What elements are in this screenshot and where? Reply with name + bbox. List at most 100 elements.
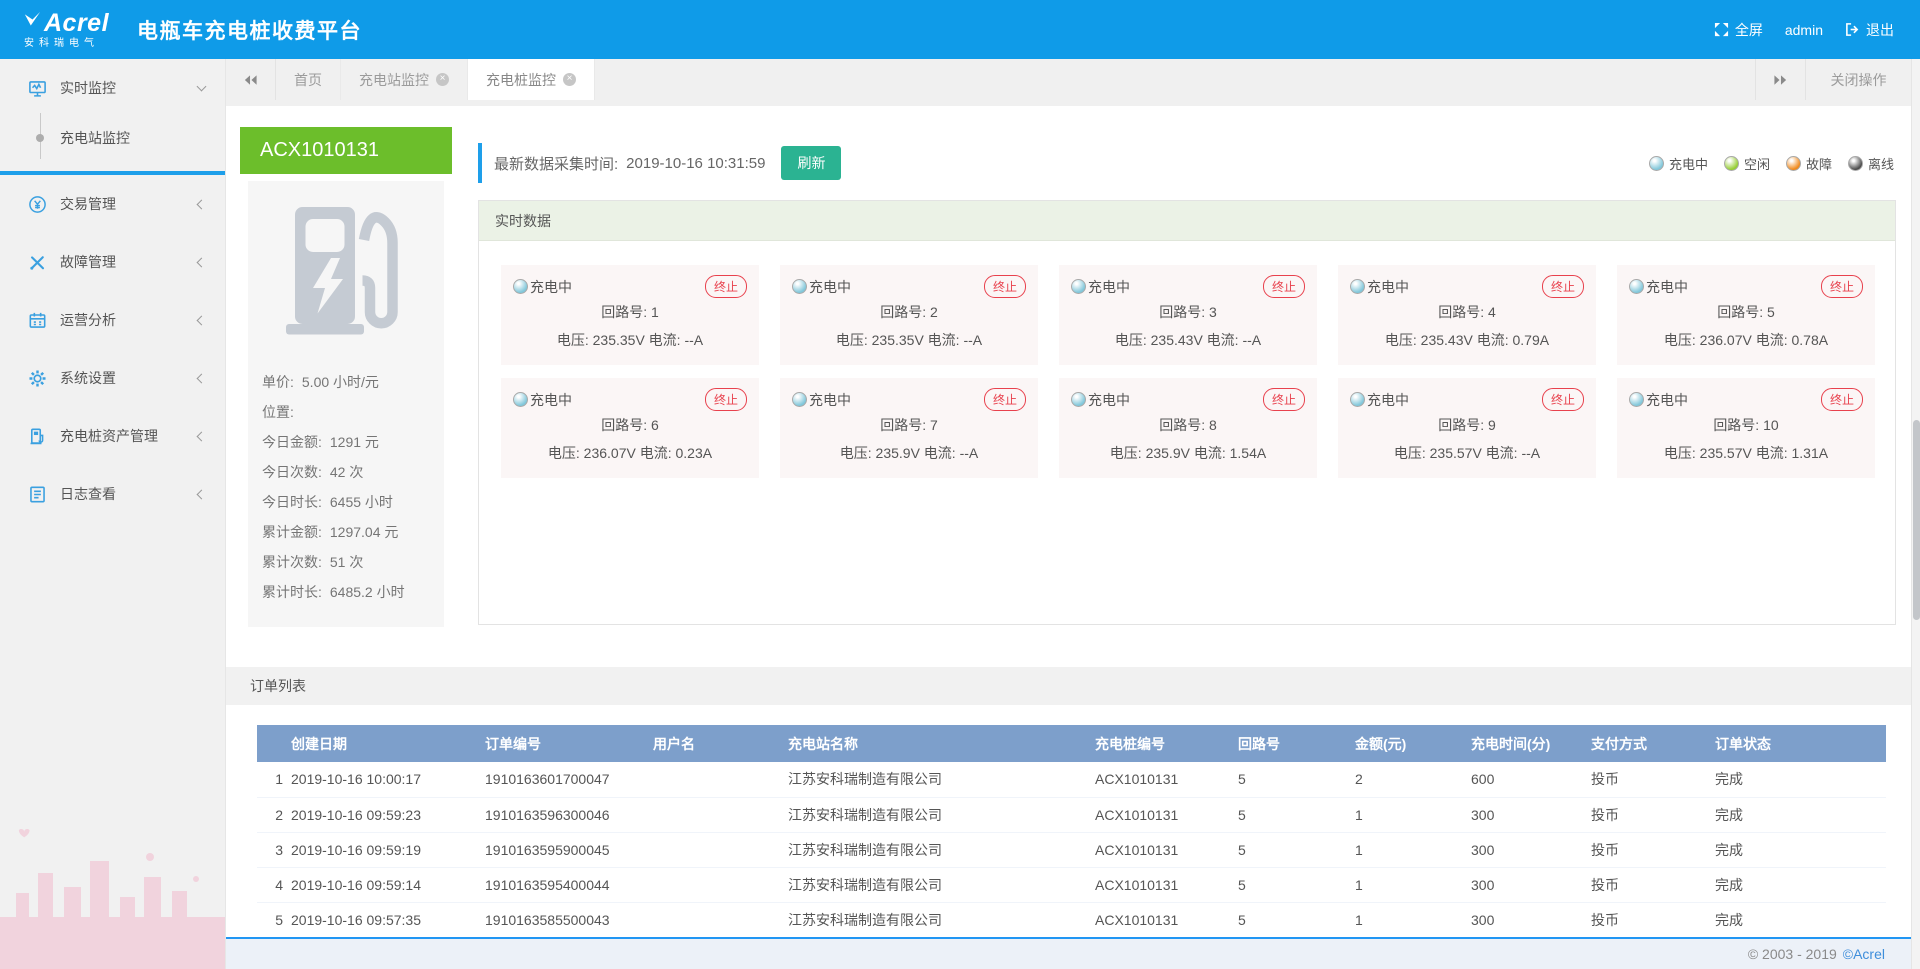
circuit-no: 回路号: 7	[792, 415, 1026, 435]
terminate-button[interactable]: 终止	[705, 388, 747, 411]
cell-status: 完成	[1715, 762, 1886, 797]
cell-pile: ACX1010131	[1095, 832, 1238, 867]
column-header: 金额(元)	[1355, 725, 1471, 762]
circuit-status-label: 充电中	[1646, 390, 1688, 410]
scrollbar-thumb[interactable]	[1913, 420, 1920, 620]
pile-body: 单价:5.00 小时/元位置:今日金额:1291 元今日次数:42 次今日时长:…	[248, 181, 444, 627]
column-header-index	[257, 725, 291, 762]
legend-label: 空闲	[1744, 154, 1770, 173]
collect-time-label: 最新数据采集时间:	[494, 153, 618, 174]
sidebar-subitem-label: 充电站监控	[60, 128, 130, 148]
sidebar-item-faults[interactable]: 故障管理	[0, 233, 225, 291]
legend-label: 充电中	[1669, 154, 1708, 173]
stat-label: 今日时长:	[262, 492, 322, 512]
circuit-no: 回路号: 1	[513, 302, 747, 322]
tab-home[interactable]: 首页	[276, 59, 341, 100]
close-operations-button[interactable]: 关闭操作	[1805, 59, 1911, 100]
stat-value: 51 次	[330, 552, 363, 572]
cell-station: 江苏安科瑞制造有限公司	[788, 762, 1095, 797]
sidebar-item-analytics[interactable]: 运营分析	[0, 291, 225, 349]
charging-status-icon	[513, 392, 528, 407]
sidebar-item-transactions[interactable]: 交易管理	[0, 175, 225, 233]
terminate-button[interactable]: 终止	[1263, 275, 1305, 298]
sidebar-item-label: 运营分析	[60, 310, 198, 330]
sidebar-item-logs[interactable]: 日志查看	[0, 465, 225, 523]
footer-brand-link[interactable]: ©Acrel	[1843, 946, 1885, 962]
tab-close-icon[interactable]	[436, 73, 449, 86]
refresh-button[interactable]: 刷新	[781, 146, 841, 180]
cell-minutes: 300	[1471, 867, 1591, 902]
orders-section-title: 订单列表	[226, 667, 1911, 705]
terminate-button[interactable]: 终止	[984, 388, 1026, 411]
legend-label: 故障	[1806, 154, 1832, 173]
sidebar-item-label: 故障管理	[60, 252, 198, 272]
settings-icon	[28, 369, 47, 388]
fullscreen-button[interactable]: 全屏	[1714, 20, 1763, 40]
tab-bar: 首页 充电站监控 充电桩监控 关闭操作	[226, 59, 1911, 100]
username[interactable]: admin	[1785, 22, 1823, 38]
terminate-button[interactable]: 终止	[984, 275, 1026, 298]
circuit-card-10: 充电中 终止 回路号: 10 电压: 235.57V 电流: 1.31A	[1617, 378, 1875, 478]
circuit-status-label: 充电中	[1088, 277, 1130, 297]
terminate-button[interactable]: 终止	[1542, 275, 1584, 298]
cell-user	[653, 832, 788, 867]
cell-user	[653, 902, 788, 937]
collect-time-value: 2019-10-16 10:31:59	[626, 155, 765, 172]
tab-pile-monitor[interactable]: 充电桩监控	[468, 59, 595, 100]
cell-station: 江苏安科瑞制造有限公司	[788, 832, 1095, 867]
main-content: 首页 充电站监控 充电桩监控 关闭操作 ACX1010131	[226, 59, 1911, 969]
circuit-status-label: 充电中	[530, 277, 572, 297]
stat-value: 42 次	[330, 462, 363, 482]
cell-created: 2019-10-16 09:59:14	[291, 867, 485, 902]
terminate-button[interactable]: 终止	[1821, 388, 1863, 411]
cell-status: 完成	[1715, 797, 1886, 832]
cell-pile: ACX1010131	[1095, 867, 1238, 902]
city-skyline-decoration	[0, 819, 226, 969]
cell-index: 5	[257, 902, 291, 937]
stat-row: 今日次数:42 次	[262, 457, 430, 487]
terminate-button[interactable]: 终止	[1263, 388, 1305, 411]
circuit-status: 充电中	[513, 390, 572, 410]
tabs-scroll-left-button[interactable]	[226, 59, 276, 100]
sidebar-item-pile-assets[interactable]: 充电桩资产管理	[0, 407, 225, 465]
charging-status-icon	[1649, 156, 1664, 171]
chevron-left-icon	[197, 257, 207, 267]
orders-panel: 创建日期订单编号用户名充电站名称充电桩编号回路号金额(元)充电时间(分)支付方式…	[226, 705, 1911, 937]
cell-amount: 1	[1355, 832, 1471, 867]
circuit-values: 电压: 235.57V 电流: --A	[1350, 443, 1584, 463]
fault-icon	[28, 253, 47, 272]
stat-value: 6455 小时	[330, 492, 393, 512]
legend-offline: 离线	[1848, 154, 1894, 173]
terminate-button[interactable]: 终止	[1821, 275, 1863, 298]
tab-close-icon[interactable]	[563, 73, 576, 86]
logout-button[interactable]: 退出	[1845, 20, 1894, 40]
circuit-status-label: 充电中	[809, 390, 851, 410]
accent-bar	[478, 143, 482, 183]
charging-status-icon	[1629, 279, 1644, 294]
circuit-grid: 充电中 终止 回路号: 1 电压: 235.35V 电流: --A 充电中 终止…	[479, 241, 1895, 502]
cell-index: 1	[257, 762, 291, 797]
transaction-icon	[28, 195, 47, 214]
sidebar-item-realtime-monitor[interactable]: 实时监控	[0, 69, 225, 107]
pile-info-card: ACX1010131 单价:5.00 小时/元位置:今日金额:1291 元今日次…	[240, 127, 452, 634]
sidebar-item-station-monitor[interactable]: 充电站监控	[0, 107, 225, 169]
stat-row: 单价:5.00 小时/元	[262, 367, 430, 397]
order-row-2: 22019-10-16 09:59:231910163596300046江苏安科…	[257, 797, 1886, 832]
circuit-card-4: 充电中 终止 回路号: 4 电压: 235.43V 电流: 0.79A	[1338, 265, 1596, 365]
stat-row: 累计次数:51 次	[262, 547, 430, 577]
tab-station-monitor[interactable]: 充电站监控	[341, 59, 468, 100]
cell-circuit: 5	[1238, 832, 1355, 867]
terminate-button[interactable]: 终止	[705, 275, 747, 298]
circuit-card-9: 充电中 终止 回路号: 9 电压: 235.57V 电流: --A	[1338, 378, 1596, 478]
footer: © 2003 - 2019 ©Acrel	[226, 937, 1911, 969]
tabs-scroll-right-button[interactable]	[1755, 59, 1805, 100]
circuit-status: 充电中	[1071, 277, 1130, 297]
realtime-monitor-icon	[28, 79, 47, 98]
cell-pay: 投币	[1591, 762, 1715, 797]
circuit-values: 电压: 235.35V 电流: --A	[513, 330, 747, 350]
terminate-button[interactable]: 终止	[1542, 388, 1584, 411]
top-right-actions: 全屏 admin 退出	[1714, 20, 1920, 40]
cell-amount: 1	[1355, 797, 1471, 832]
circuit-values: 电压: 236.07V 电流: 0.78A	[1629, 330, 1863, 350]
sidebar-item-settings[interactable]: 系统设置	[0, 349, 225, 407]
